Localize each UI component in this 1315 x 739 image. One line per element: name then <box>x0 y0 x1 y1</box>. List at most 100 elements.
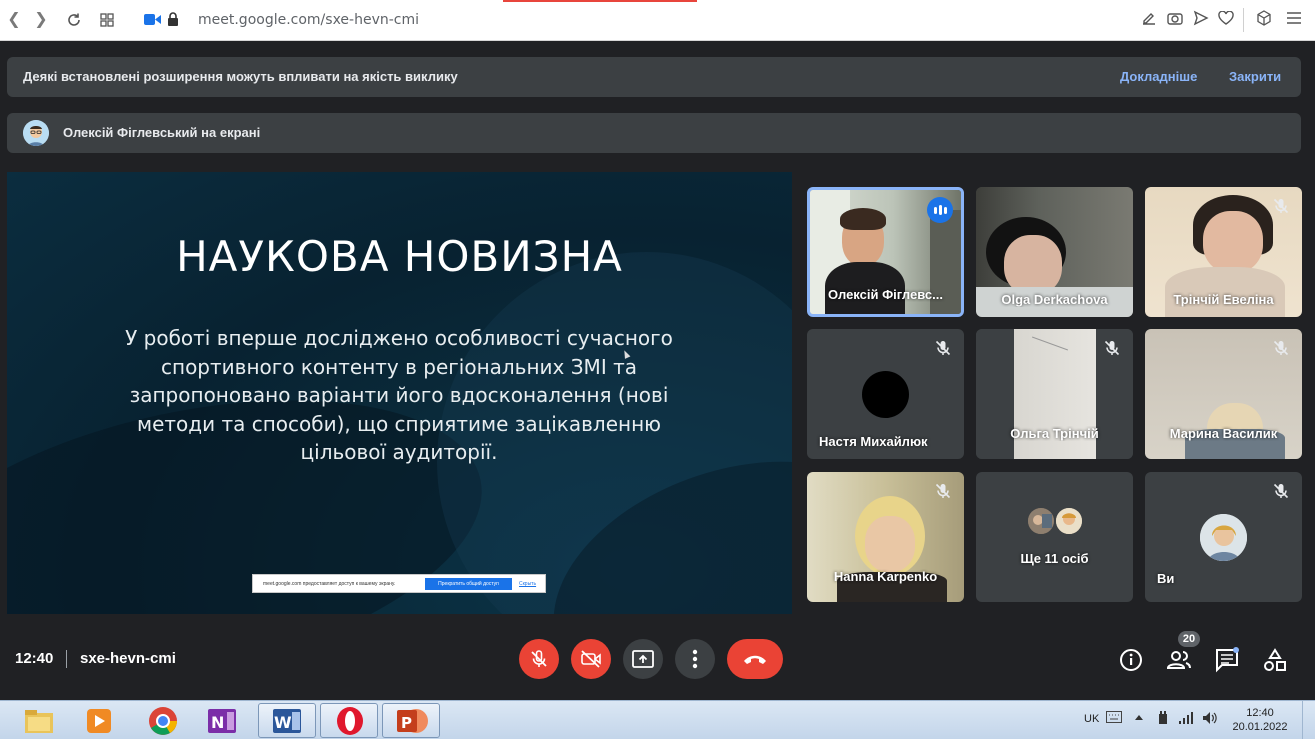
self-tile[interactable]: Ви <box>1145 472 1302 602</box>
taskbar-opera-icon[interactable] <box>320 703 378 738</box>
participant-avatar <box>1026 506 1056 536</box>
participant-tile[interactable]: Марина Василик <box>1145 329 1302 459</box>
presenting-text: Олексій Фіглевський на екрані <box>63 125 261 140</box>
participant-name: Трінчій Евеліна <box>1173 292 1274 307</box>
mic-off-icon <box>935 483 951 499</box>
address-bar[interactable]: meet.google.com/sxe-hevn-cmi <box>198 12 419 28</box>
participant-tile[interactable]: Олексій Фіглевс... <box>807 187 964 317</box>
screen-share-notice: meet.google.com предоставляет доступ к в… <box>252 574 546 593</box>
participant-name: Настя Михайлюк <box>819 434 928 449</box>
participant-avatar <box>1054 506 1084 536</box>
presenter-avatar <box>23 120 49 146</box>
participant-name: Olga Derkachova <box>1001 292 1108 307</box>
camera-in-use-icon[interactable] <box>144 13 161 31</box>
clock-time: 12:40 <box>1246 707 1274 719</box>
taskbar-chrome-icon[interactable] <box>134 703 192 738</box>
more-options-button[interactable] <box>675 639 715 679</box>
lock-icon[interactable] <box>167 12 179 32</box>
extension-warning-text: Деякі встановлені розширення можуть впли… <box>23 69 458 84</box>
network-signal-icon[interactable] <box>1178 711 1194 728</box>
menu-icon[interactable] <box>1284 10 1304 30</box>
taskbar-media-player-icon[interactable] <box>70 703 128 738</box>
participant-name: Олексій Фіглевс... <box>828 287 943 302</box>
more-participants-tile[interactable]: Ще 11 осіб <box>976 472 1133 602</box>
slide-title: НАУКОВА НОВИЗНА <box>176 232 623 281</box>
clock-date: 20.01.2022 <box>1232 721 1288 733</box>
mic-off-icon <box>1273 483 1289 499</box>
present-screen-icon <box>632 650 654 668</box>
participant-name: Наnna Karpenko <box>833 569 938 584</box>
people-icon <box>1166 651 1191 669</box>
keyboard-icon[interactable] <box>1106 711 1122 726</box>
participant-avatar <box>862 371 909 418</box>
meeting-time: 12:40 <box>15 650 54 667</box>
mic-off-icon <box>531 650 547 667</box>
taskbar-onenote-icon[interactable]: N <box>194 703 252 738</box>
slide-body-text: У роботі вперше досліджено особливості с… <box>125 326 673 464</box>
svg-text:N: N <box>211 713 224 732</box>
self-name: Ви <box>1157 571 1175 586</box>
camera-off-icon <box>581 650 601 668</box>
speaking-indicator-icon <box>927 197 953 223</box>
heart-icon[interactable] <box>1216 10 1236 30</box>
activities-shapes-icon <box>1264 648 1286 671</box>
info-icon <box>1120 649 1142 671</box>
camera-toggle-button[interactable] <box>571 639 611 679</box>
toolbar-divider <box>1243 8 1244 32</box>
participants-button[interactable] <box>1166 647 1192 673</box>
taskbar-word-icon[interactable]: W <box>258 703 316 738</box>
snapshot-icon[interactable] <box>1165 10 1185 30</box>
hide-notice-link[interactable]: Скрыть <box>519 581 536 587</box>
participant-tile[interactable]: Настя Михайлюк <box>807 329 964 459</box>
participant-name: Марина Василик <box>1169 426 1278 441</box>
mic-off-icon <box>1273 198 1289 214</box>
meeting-details-button[interactable] <box>1118 647 1144 673</box>
participant-tile[interactable]: Наnna Karpenko <box>807 472 964 602</box>
windows-taskbar: N W P UK 12:40 20.01.2022 <box>0 700 1315 739</box>
tray-expand-icon[interactable] <box>1134 712 1144 724</box>
participant-name: Ольга Трінчій <box>1010 426 1099 441</box>
activities-button[interactable] <box>1262 647 1288 673</box>
chat-icon <box>1216 647 1239 673</box>
leave-call-button[interactable] <box>727 639 783 679</box>
extensions-cube-icon[interactable] <box>1254 10 1274 30</box>
keyboard-language[interactable]: UK <box>1084 713 1099 725</box>
more-participants-label: Ще 11 осіб <box>1020 551 1089 566</box>
presenting-banner: Олексій Фіглевський на екрані <box>7 113 1301 153</box>
participant-tile[interactable]: Olga Derkachova <box>976 187 1133 317</box>
more-vertical-icon <box>692 649 698 669</box>
volume-icon[interactable] <box>1202 711 1218 728</box>
system-clock[interactable]: 12:40 20.01.2022 <box>1232 706 1288 734</box>
send-icon[interactable] <box>1191 10 1211 30</box>
edit-icon[interactable] <box>1139 10 1159 30</box>
taskbar-explorer-icon[interactable] <box>10 703 68 738</box>
loading-indicator <box>503 0 697 2</box>
share-notice-text: meet.google.com предоставляет доступ к в… <box>263 581 396 587</box>
taskbar-powerpoint-icon[interactable]: P <box>382 703 440 738</box>
meeting-info-divider <box>66 650 67 668</box>
microphone-toggle-button[interactable] <box>519 639 559 679</box>
mic-off-icon <box>935 340 951 356</box>
reload-icon[interactable] <box>63 9 85 31</box>
mic-off-icon <box>1104 340 1120 356</box>
speed-dial-icon[interactable] <box>96 9 118 31</box>
svg-text:P: P <box>401 714 412 732</box>
show-desktop-button[interactable] <box>1302 701 1315 739</box>
browser-toolbar: ❮ ❯ meet.google.com/sxe-hevn-cmi <box>0 0 1315 41</box>
close-banner-button[interactable]: Закрити <box>1229 69 1281 84</box>
participant-tile[interactable]: Трінчій Евеліна <box>1145 187 1302 317</box>
hang-up-icon <box>744 655 766 664</box>
chat-button[interactable] <box>1214 647 1240 673</box>
forward-icon[interactable]: ❯ <box>30 9 52 31</box>
stop-sharing-button[interactable]: Прекратить общий доступ <box>425 578 512 590</box>
learn-more-link[interactable]: Докладніше <box>1120 69 1197 84</box>
meeting-code: sxe-hevn-cmi <box>80 650 176 667</box>
extension-warning-banner: Деякі встановлені розширення можуть впли… <box>7 57 1301 97</box>
participant-count-badge: 20 <box>1178 631 1200 647</box>
present-screen-button[interactable] <box>623 639 663 679</box>
mic-off-icon <box>1273 340 1289 356</box>
back-icon[interactable]: ❮ <box>3 9 25 31</box>
shared-screen-presentation: НАУКОВА НОВИЗНА У роботі вперше дослідже… <box>7 172 792 614</box>
participant-tile[interactable]: Ольга Трінчій <box>976 329 1133 459</box>
power-icon[interactable] <box>1156 710 1170 729</box>
